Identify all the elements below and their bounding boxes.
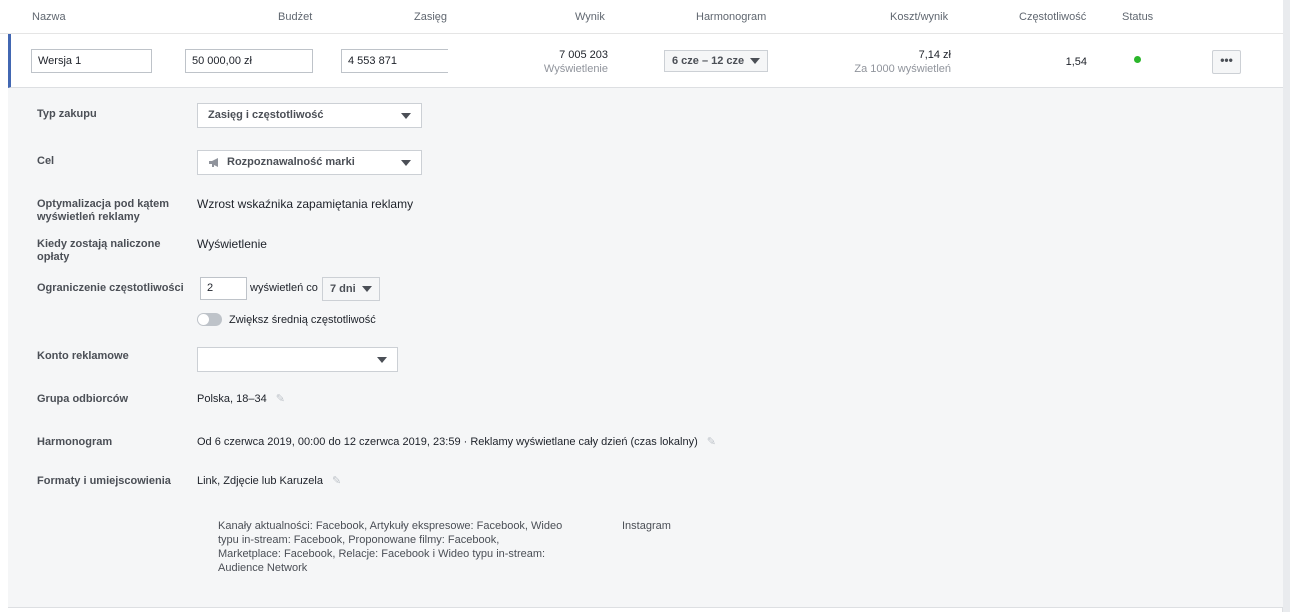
status-badge — [1134, 56, 1141, 63]
purchase-type-value: Zasięg i częstotliwość — [208, 109, 324, 121]
chevron-down-icon — [361, 286, 372, 293]
cost-value: 7,14 zł — [918, 49, 951, 61]
name-input[interactable]: Wersja 1 — [31, 49, 152, 73]
formats-label: Formaty i umiejscowienia — [37, 475, 171, 487]
schedule-label: Harmonogram — [37, 436, 113, 448]
freq-cap-label: Ograniczenie częstotliwości — [37, 282, 184, 294]
header-koszt[interactable]: Koszt/wynik — [890, 11, 948, 23]
freq-cap-input[interactable]: 2 — [200, 277, 247, 300]
reach-input[interactable]: 4 553 871 — [341, 49, 448, 73]
billing-label: Kiedy zostają naliczone opłaty — [37, 238, 161, 263]
megaphone-icon — [209, 157, 218, 167]
increase-frequency-toggle[interactable] — [197, 313, 222, 326]
campaign-table: Nazwa Budżet Zasięg Wynik Harmonogram Ko… — [0, 0, 1283, 612]
header-budzet[interactable]: Budżet — [278, 11, 312, 23]
goal-label: Cel — [37, 155, 55, 167]
header-czestotliwosc[interactable]: Częstotliwość — [1019, 11, 1086, 23]
placement-line: Audience Network — [218, 562, 308, 574]
freq-cap-mid-label: wyświetleń co — [250, 282, 318, 294]
audience-value: Polska, 18–34 — [197, 393, 267, 405]
chevron-down-icon — [401, 160, 411, 166]
header-nazwa[interactable]: Nazwa — [32, 11, 66, 23]
freq-cap-period-dropdown[interactable]: 7 dni — [322, 277, 380, 301]
freq-cap-period-value: 7 dni — [330, 283, 356, 295]
header-status[interactable]: Status — [1122, 11, 1153, 23]
edit-pencil-icon[interactable]: ✎ — [276, 392, 285, 405]
edit-pencil-icon[interactable]: ✎ — [707, 435, 716, 448]
ad-account-select[interactable] — [197, 347, 398, 372]
divider — [8, 607, 1283, 608]
header-wynik[interactable]: Wynik — [575, 11, 605, 23]
increase-frequency-label: Zwiększ średnią częstotliwość — [229, 314, 376, 326]
table-row: Wersja 1 50 000,00 zł 4 553 871 7 005 20… — [8, 34, 1283, 88]
goal-value: Rozpoznawalność marki — [227, 156, 355, 168]
audience-label: Grupa odbiorców — [37, 393, 129, 405]
edit-pencil-icon[interactable]: ✎ — [332, 474, 341, 487]
schedule-row: Od 6 czerwca 2019, 00:00 do 12 czerwca 2… — [197, 435, 716, 448]
ad-account-label: Konto reklamowe — [37, 350, 129, 362]
goal-select[interactable]: Rozpoznawalność marki — [197, 150, 422, 175]
schedule-value: Od 6 czerwca 2019, 00:00 do 12 czerwca 2… — [197, 436, 698, 448]
frequency-value: 1,54 — [1065, 56, 1087, 68]
optimization-label: Optymalizacja pod kątem wyświetleń rekla… — [37, 198, 170, 223]
header-zasieg[interactable]: Zasięg — [414, 11, 447, 23]
header-harmonogram[interactable]: Harmonogram — [696, 11, 766, 23]
purchase-type-select[interactable]: Zasięg i częstotliwość — [197, 103, 422, 128]
optimization-value: Wzrost wskaźnika zapamiętania reklamy — [197, 197, 414, 211]
chevron-down-icon — [750, 58, 761, 65]
placement-line: typu in-stream: Facebook, Proponowane fi… — [218, 534, 500, 546]
more-options-button[interactable]: ••• — [1212, 50, 1241, 74]
result-value: 7 005 203 — [559, 49, 608, 61]
table-header: Nazwa Budżet Zasięg Wynik Harmonogram Ko… — [0, 0, 1283, 34]
placement-line: Marketplace: Facebook, Relacje: Facebook… — [218, 548, 546, 560]
formats-row: Link, Zdjęcie lub Karuzela ✎ — [197, 474, 341, 487]
purchase-type-label: Typ zakupu — [37, 108, 97, 120]
schedule-dropdown-label: 6 cze – 12 cze — [672, 55, 745, 67]
chevron-down-icon — [377, 357, 387, 363]
toggle-knob — [198, 314, 209, 325]
more-icon: ••• — [1220, 53, 1233, 67]
cost-label: Za 1000 wyświetleń — [854, 63, 951, 75]
audience-row: Polska, 18–34 ✎ — [197, 392, 285, 405]
placement-line: Kanały aktualności: Facebook, Artykuły e… — [218, 520, 563, 532]
placements-facebook: Kanały aktualności: Facebook, Artykuły e… — [218, 519, 598, 575]
placements-instagram: Instagram — [622, 520, 671, 532]
chevron-down-icon — [401, 113, 411, 119]
billing-value: Wyświetlenie — [197, 237, 267, 251]
budget-input[interactable]: 50 000,00 zł — [185, 49, 313, 73]
result-label: Wyświetlenie — [543, 63, 608, 75]
formats-value: Link, Zdjęcie lub Karuzela — [197, 475, 323, 487]
schedule-dropdown[interactable]: 6 cze – 12 cze — [664, 50, 769, 72]
